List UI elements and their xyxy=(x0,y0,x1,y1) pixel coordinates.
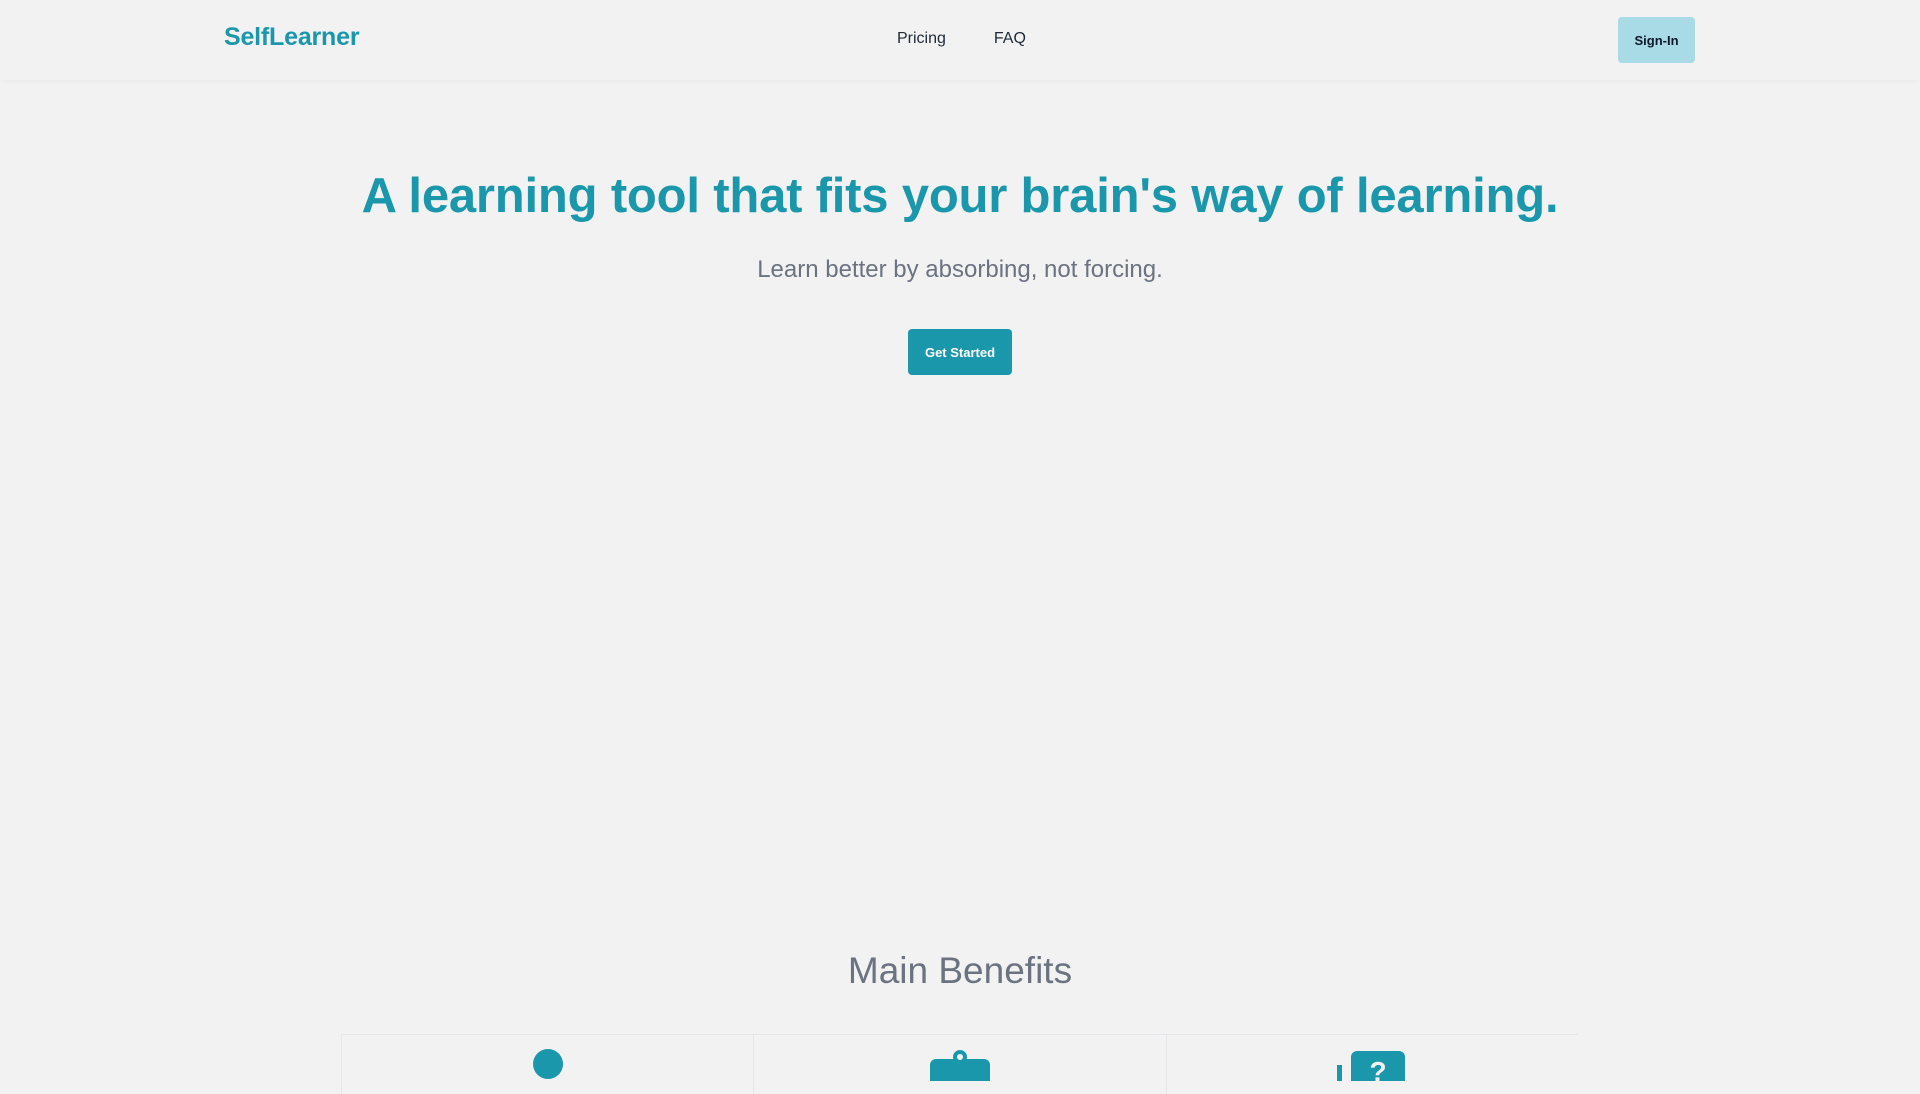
benefits-title: Main Benefits xyxy=(847,950,1073,991)
person-icon xyxy=(532,1049,563,1084)
svg-text:?: ? xyxy=(1370,1056,1387,1081)
benefit-card: ? xyxy=(1165,1035,1578,1094)
nav-link-faq[interactable]: FAQ xyxy=(994,30,1026,48)
hero-subtitle: Learn better by absorbing, not forcing. xyxy=(757,256,1163,283)
benefits-cards: ? xyxy=(341,1034,1578,1094)
question-icon: ? xyxy=(1337,1049,1407,1091)
top-navbar: SelfLearner Pricing FAQ Sign-In xyxy=(0,0,1920,80)
nav-links: Pricing FAQ xyxy=(897,30,1026,48)
benefit-card xyxy=(341,1035,753,1094)
clipboard-icon xyxy=(929,1049,990,1089)
hero-title: A learning tool that fits your brain's w… xyxy=(361,169,1559,223)
sign-in-button[interactable]: Sign-In xyxy=(1618,17,1695,63)
brand-logo[interactable]: SelfLearner xyxy=(224,23,360,52)
get-started-button[interactable]: Get Started xyxy=(908,329,1012,375)
benefit-card xyxy=(753,1035,1165,1094)
nav-link-pricing[interactable]: Pricing xyxy=(897,30,946,48)
